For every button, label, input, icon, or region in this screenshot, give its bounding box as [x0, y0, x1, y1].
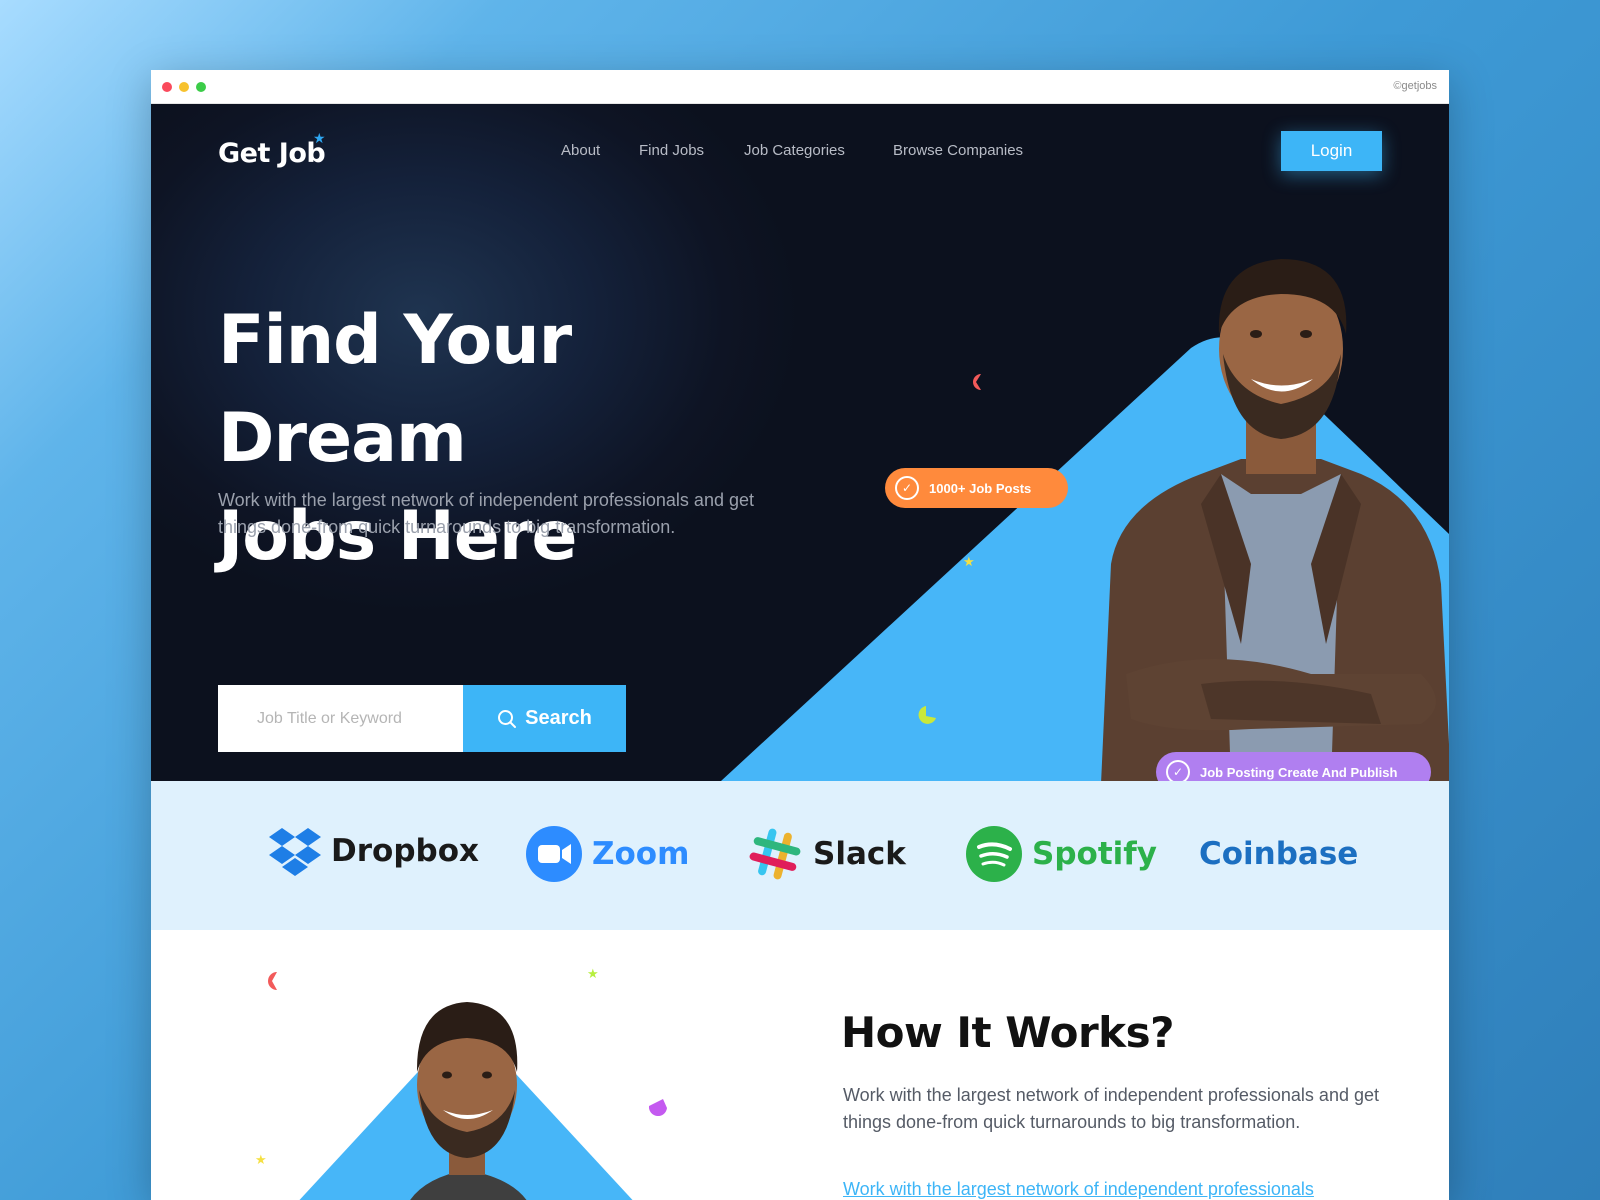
browser-window: ©getjobs Get Job ★ About Find Jobs Job C… [151, 70, 1449, 1200]
how-link[interactable]: Work with the largest network of indepen… [843, 1176, 1383, 1200]
job-publish-badge-label: Job Posting Create And Publish [1200, 764, 1398, 780]
company-logos: Dropbox Zoom Slack Spotify Coinbase [151, 781, 1449, 930]
brand-coinbase[interactable]: Coinbase [1199, 836, 1358, 872]
job-posts-badge-label: 1000+ Job Posts [929, 480, 1032, 496]
how-it-works-section: ★ ★ How It Works? Work with the largest … [151, 930, 1449, 1200]
brand-spotify[interactable]: Spotify [966, 826, 1157, 882]
zoom-icon [526, 826, 582, 882]
brand-zoom[interactable]: Zoom [526, 826, 689, 882]
search-button-label: Search [525, 707, 592, 729]
slack-icon [749, 828, 801, 880]
check-icon: ✓ [1166, 760, 1190, 781]
nav-job-categories[interactable]: Job Categories [744, 142, 845, 159]
hero-title-line1: Find Your Dream [218, 301, 572, 478]
job-publish-badge: ✓ Job Posting Create And Publish [1156, 752, 1431, 781]
close-dot[interactable] [162, 82, 172, 92]
minimize-dot[interactable] [179, 82, 189, 92]
logo[interactable]: Get Job [218, 138, 326, 169]
logo-star-icon: ★ [313, 130, 326, 146]
nav-browse-companies[interactable]: Browse Companies [893, 142, 1023, 159]
hero-title: Find Your Dream Jobs Here [218, 292, 838, 586]
brand-zoom-label: Zoom [592, 836, 690, 872]
job-posts-badge: ✓ 1000+ Job Posts [885, 468, 1068, 508]
browser-chrome: ©getjobs [151, 70, 1449, 104]
search-button[interactable]: Search [463, 685, 626, 752]
maximize-dot[interactable] [196, 82, 206, 92]
brand-dropbox[interactable]: Dropbox [269, 826, 479, 876]
nav-find-jobs[interactable]: Find Jobs [639, 142, 704, 159]
credit-text: ©getjobs [1393, 80, 1437, 92]
search-icon [498, 709, 517, 728]
brand-slack-label: Slack [813, 836, 906, 872]
search-input[interactable] [218, 685, 463, 752]
green-shape-icon [918, 706, 936, 724]
login-button[interactable]: Login [1281, 131, 1382, 171]
brand-dropbox-label: Dropbox [331, 833, 479, 869]
brand-coinbase-label: Coinbase [1199, 836, 1359, 872]
check-icon: ✓ [895, 476, 919, 500]
how-person-image [299, 1002, 633, 1200]
dropbox-icon [269, 828, 321, 876]
nav-about[interactable]: About [561, 142, 600, 159]
spotify-icon [966, 826, 1022, 882]
how-description: Work with the largest network of indepen… [843, 1085, 1379, 1132]
brand-slack[interactable]: Slack [747, 826, 906, 882]
brand-spotify-label: Spotify [1032, 836, 1157, 872]
hero-section: Get Job ★ About Find Jobs Job Categories… [151, 104, 1449, 781]
hero-subtitle: Work with the largest network of indepen… [218, 490, 754, 537]
how-title: How It Works? [841, 1008, 1174, 1057]
